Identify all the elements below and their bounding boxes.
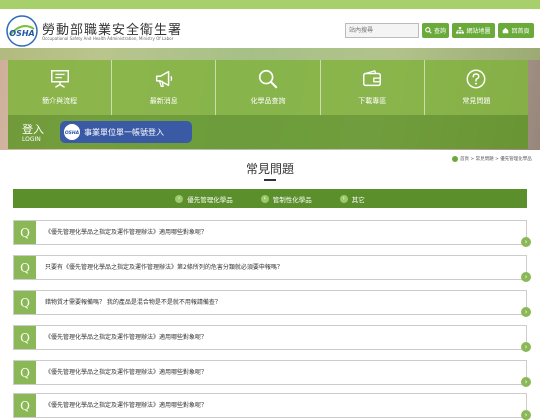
faq-question[interactable]: 《優先管理化學品之指定及運作管理辦法》適用哪些對象呢？ bbox=[45, 367, 207, 376]
nav-item-label: 簡介與流程 bbox=[42, 97, 78, 105]
chevron-right-icon: › bbox=[260, 194, 269, 203]
chevron-right-icon[interactable]: › bbox=[521, 272, 531, 282]
megaphone-icon bbox=[155, 70, 172, 87]
nav-item-downloads[interactable]: 下載專區 bbox=[321, 60, 425, 115]
faq-question[interactable]: 錯物質才需要報備嗎？ 我的產品是混合物是不是就不用報請備查？ bbox=[45, 297, 221, 306]
title-underline bbox=[264, 179, 276, 181]
presentation-board-icon bbox=[50, 70, 69, 88]
banner-strip bbox=[0, 48, 540, 60]
svg-text:OSHA: OSHA bbox=[65, 130, 80, 136]
svg-text:OSHA: OSHA bbox=[9, 29, 34, 38]
login-bar: 登入 LOGIN OSHA 事業單位單一帳號登入 bbox=[8, 115, 528, 149]
breadcrumb-home-icon bbox=[452, 156, 458, 162]
magnifier-icon bbox=[258, 69, 278, 89]
question-badge: Q bbox=[14, 256, 36, 279]
chevron-right-icon[interactable]: › bbox=[521, 410, 531, 420]
home-icon bbox=[503, 27, 509, 34]
nav-item-label: 最新消息 bbox=[149, 97, 178, 105]
sitemap-button[interactable]: 網站地圖 bbox=[452, 23, 495, 38]
chevron-right-icon[interactable]: › bbox=[521, 342, 531, 352]
tab-priority-chemicals[interactable]: › 優先管理化學品 bbox=[175, 194, 233, 204]
question-badge: Q bbox=[14, 221, 36, 244]
tab-label: 管制性化學品 bbox=[272, 195, 312, 204]
faq-item[interactable]: Q 《優先管理化學品之指定及運作管理辦法》適用哪些對象呢？ › bbox=[13, 325, 531, 352]
login-label: 登入 bbox=[22, 123, 44, 136]
faq-question[interactable]: 《優先管理化學品之指定及運作管理辦法》適用哪些對象呢？ bbox=[45, 227, 207, 236]
question-badge: Q bbox=[14, 394, 36, 417]
chevron-right-icon: › bbox=[339, 194, 348, 203]
sitemap-icon bbox=[456, 27, 465, 34]
osha-logo-small: OSHA bbox=[64, 124, 80, 140]
chevron-right-icon[interactable]: › bbox=[521, 377, 531, 387]
page-title: 常見問題 bbox=[245, 162, 294, 176]
category-tabs: › 優先管理化學品 › 管制性化學品 › 其它 bbox=[13, 189, 527, 208]
search-icon bbox=[425, 27, 432, 34]
question-badge: Q bbox=[14, 291, 36, 314]
faq-question[interactable]: 只要有《優先管理化學品之指定及運作管理辦法》第2條所列的危害分類就必須要申報嗎？ bbox=[45, 262, 283, 271]
top-accent-bar bbox=[0, 0, 540, 9]
wallet-icon bbox=[363, 69, 382, 87]
nav-item-faq[interactable]: 常見問題 bbox=[425, 60, 528, 115]
faq-item[interactable]: Q 《優先管理化學品之指定及運作管理辦法》適用哪些對象呢？ › bbox=[13, 393, 531, 420]
tab-other[interactable]: › 其它 bbox=[339, 194, 365, 204]
question-circle-icon bbox=[466, 69, 486, 89]
tab-label: 優先管理化學品 bbox=[187, 195, 233, 204]
login-label-en: LOGIN bbox=[22, 136, 41, 143]
breadcrumb[interactable]: 首頁 > 常見問題 > 優先管理化學品 bbox=[452, 156, 532, 162]
search-button[interactable]: 查詢 bbox=[422, 23, 449, 38]
nav-item-label: 常見問題 bbox=[462, 97, 491, 105]
login-button-label: 事業單位單一帳號登入 bbox=[84, 127, 164, 137]
faq-item[interactable]: Q 錯物質才需要報備嗎？ 我的產品是混合物是不是就不用報請備查？ › bbox=[13, 290, 531, 317]
chevron-right-icon[interactable]: › bbox=[521, 307, 531, 317]
search-button-label: 查詢 bbox=[433, 28, 446, 35]
faq-question[interactable]: 《優先管理化學品之指定及運作管理辦法》適用哪些對象呢？ bbox=[45, 332, 207, 341]
tab-label: 其它 bbox=[351, 195, 365, 204]
tab-controlled-chemicals[interactable]: › 管制性化學品 bbox=[260, 194, 312, 204]
faq-item[interactable]: Q 《優先管理化學品之指定及運作管理辦法》適用哪些對象呢？ › bbox=[13, 360, 531, 387]
faq-item[interactable]: Q 《優先管理化學品之指定及運作管理辦法》適用哪些對象呢？ › bbox=[13, 220, 531, 247]
faq-item[interactable]: Q 只要有《優先管理化學品之指定及運作管理辦法》第2條所列的危害分類就必須要申報… bbox=[13, 255, 531, 282]
chevron-right-icon[interactable]: › bbox=[521, 237, 531, 247]
nav-item-intro[interactable]: 簡介與流程 bbox=[8, 60, 113, 115]
sitemap-button-label: 網站地圖 bbox=[466, 28, 491, 35]
main-nav: 簡介與流程 最新消息 化學品查詢 下載專區 常見問題 bbox=[8, 60, 528, 115]
site-subtitle: Occupational Safety And Health Administr… bbox=[42, 36, 174, 41]
nav-item-label: 下載專區 bbox=[358, 97, 387, 105]
nav-item-label: 化學品查詢 bbox=[250, 97, 286, 105]
nav-item-chemical-search[interactable]: 化學品查詢 bbox=[216, 60, 321, 115]
nav-item-news[interactable]: 最新消息 bbox=[112, 60, 217, 115]
question-badge: Q bbox=[14, 326, 36, 349]
osha-logo[interactable]: OSHA bbox=[6, 15, 38, 47]
question-badge: Q bbox=[14, 361, 36, 384]
home-button[interactable]: 回首頁 bbox=[498, 23, 534, 38]
breadcrumb-text[interactable]: 首頁 > 常見問題 > 優先管理化學品 bbox=[460, 156, 532, 162]
home-button-label: 回首頁 bbox=[511, 28, 530, 35]
chevron-right-icon: › bbox=[175, 194, 184, 203]
single-account-login-button[interactable]: OSHA 事業單位單一帳號登入 bbox=[60, 121, 192, 143]
search-input[interactable] bbox=[345, 23, 419, 38]
